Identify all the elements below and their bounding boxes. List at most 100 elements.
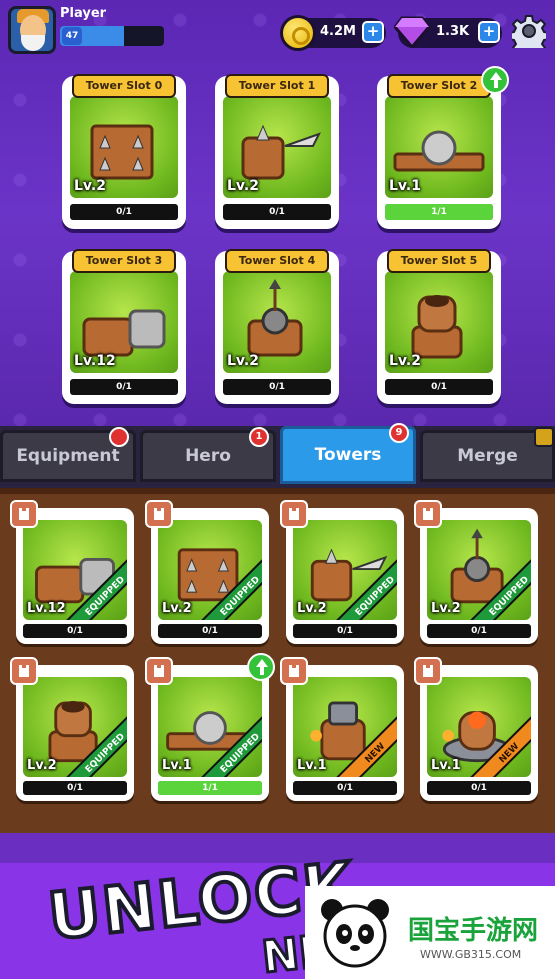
upgrade-arrow-icon[interactable] xyxy=(481,66,509,94)
progress-text: 1/1 xyxy=(202,783,218,793)
player-name: Player xyxy=(60,6,107,21)
progress-text: 0/1 xyxy=(471,783,487,793)
upgrade-arrow-icon[interactable] xyxy=(247,653,275,681)
gem-icon xyxy=(394,16,430,48)
progress-bar: 1/1 xyxy=(158,781,262,795)
tower-slot-card[interactable]: Lv.1 Tower Slot 2 1/1 xyxy=(377,66,509,229)
progress-text: 0/1 xyxy=(202,626,218,636)
progress-text: 1/1 xyxy=(431,207,447,217)
tower-slot-card[interactable]: Lv.2 Tower Slot 1 0/1 xyxy=(215,74,339,229)
inventory-tower-card[interactable]: Lv.2 EQUIPPED 0/1 xyxy=(280,500,404,644)
inventory-tower-card[interactable]: Lv.1 NEW 0/1 xyxy=(280,657,404,801)
progress-text: 0/1 xyxy=(67,783,83,793)
tower-art: Lv.2 xyxy=(223,96,331,198)
inventory-tower-card[interactable]: Lv.1 NEW 0/1 xyxy=(414,657,538,801)
gold-counter: 4.2M + xyxy=(280,15,386,51)
tower-category-icon xyxy=(414,500,442,528)
inventory-tower-card[interactable]: Lv.12 EQUIPPED 0/1 xyxy=(10,500,134,644)
inventory-tower-card[interactable]: Lv.2 EQUIPPED 0/1 xyxy=(414,500,538,644)
progress-text: 0/1 xyxy=(337,626,353,636)
tab-towers[interactable]: Towers 9 xyxy=(280,423,416,484)
tab-merge[interactable]: Merge xyxy=(420,427,555,482)
progress-bar: 0/1 xyxy=(385,379,493,395)
progress-bar: 0/1 xyxy=(427,624,531,638)
tab-equipment[interactable]: Equipment xyxy=(0,427,136,482)
progress-bar: 1/1 xyxy=(385,204,493,220)
tower-level: Lv.2 xyxy=(227,178,259,194)
progress-bar: 0/1 xyxy=(293,781,397,795)
tower-slot-card[interactable]: Lv.2 Tower Slot 5 0/1 xyxy=(377,249,501,404)
progress-text: 0/1 xyxy=(116,207,132,217)
tower-slot-card[interactable]: Lv.12 Tower Slot 3 0/1 xyxy=(62,249,186,404)
gem-value: 1.3K xyxy=(436,24,470,39)
tower-category-icon xyxy=(10,657,38,685)
tower-art: Lv.1 xyxy=(385,96,493,198)
tower-level: Lv.2 xyxy=(74,178,106,194)
gem-counter: 1.3K + xyxy=(394,16,502,48)
tower-art: Lv.1 NEW xyxy=(427,677,531,777)
progress-bar: 0/1 xyxy=(158,624,262,638)
towers-notification-badge: 9 xyxy=(389,423,409,443)
tower-slot-card[interactable]: Lv.2 Tower Slot 0 0/1 xyxy=(62,74,186,229)
tower-level: Lv.2 xyxy=(297,601,327,616)
tower-slot-label: Tower Slot 3 xyxy=(72,249,176,273)
tower-level: Lv.2 xyxy=(227,353,259,369)
tower-level: Lv.2 xyxy=(389,353,421,369)
tower-category-icon xyxy=(280,500,308,528)
tower-category-icon xyxy=(10,500,38,528)
tower-art: Lv.1 EQUIPPED xyxy=(158,677,262,777)
tower-art: Lv.2 EQUIPPED xyxy=(158,520,262,620)
tower-art: Lv.2 xyxy=(385,271,493,373)
coin-icon xyxy=(280,15,316,51)
tower-level: Lv.12 xyxy=(74,353,116,369)
tower-level: Lv.1 xyxy=(431,758,461,773)
progress-text: 0/1 xyxy=(269,382,285,392)
tower-level: Lv.2 xyxy=(162,601,192,616)
progress-bar: 0/1 xyxy=(23,781,127,795)
tower-art: Lv.2 EQUIPPED xyxy=(23,677,127,777)
shirt-icon xyxy=(109,427,129,447)
tower-level: Lv.1 xyxy=(297,758,327,773)
tower-level: Lv.1 xyxy=(162,758,192,773)
tower-slot-label: Tower Slot 4 xyxy=(225,249,329,273)
progress-bar: 0/1 xyxy=(223,204,331,220)
inventory-tower-card[interactable]: Lv.2 EQUIPPED 0/1 xyxy=(145,500,269,644)
tower-slot-label: Tower Slot 0 xyxy=(72,74,176,98)
progress-text: 0/1 xyxy=(431,382,447,392)
progress-bar: 0/1 xyxy=(223,379,331,395)
tab-hero[interactable]: Hero 1 xyxy=(140,427,276,482)
tower-category-icon xyxy=(280,657,308,685)
player-avatar[interactable] xyxy=(8,6,56,54)
tab-equipment-label: Equipment xyxy=(16,446,120,466)
tower-level: Lv.12 xyxy=(27,601,66,616)
tab-bar: Equipment Hero 1 Towers 9 Merge xyxy=(0,423,555,488)
tower-category-icon xyxy=(414,657,442,685)
hero-notification-badge: 1 xyxy=(249,427,269,447)
add-gems-button[interactable]: + xyxy=(478,21,500,43)
tower-art: Lv.12 xyxy=(70,271,178,373)
progress-text: 0/1 xyxy=(67,626,83,636)
avatar-beard xyxy=(21,35,45,51)
tower-slot-label: Tower Slot 2 xyxy=(387,74,491,98)
tower-level: Lv.2 xyxy=(27,758,57,773)
tab-towers-label: Towers xyxy=(314,445,382,465)
progress-bar: 0/1 xyxy=(427,781,531,795)
tower-category-icon xyxy=(145,657,173,685)
tower-level: Lv.1 xyxy=(389,178,421,194)
inventory-tower-card[interactable]: Lv.2 EQUIPPED 0/1 xyxy=(10,657,134,801)
add-gold-button[interactable]: + xyxy=(362,21,384,43)
tower-slot-card[interactable]: Lv.2 Tower Slot 4 0/1 xyxy=(215,249,339,404)
progress-bar: 0/1 xyxy=(70,204,178,220)
progress-text: 0/1 xyxy=(269,207,285,217)
lock-icon xyxy=(534,427,554,447)
tab-hero-label: Hero xyxy=(185,446,231,466)
progress-text: 0/1 xyxy=(337,783,353,793)
tower-slot-label: Tower Slot 5 xyxy=(387,249,491,273)
progress-bar: 0/1 xyxy=(23,624,127,638)
inventory-tower-card[interactable]: Lv.1 EQUIPPED 1/1 xyxy=(145,653,275,801)
progress-bar: 0/1 xyxy=(293,624,397,638)
tower-art: Lv.2 xyxy=(223,271,331,373)
tower-category-icon xyxy=(145,500,173,528)
settings-gear-icon[interactable] xyxy=(512,14,546,48)
tower-inventory: Lv.12 EQUIPPED 0/1 Lv.2 EQUIPPED 0/1 Lv.2 EQUIP… xyxy=(0,488,555,833)
